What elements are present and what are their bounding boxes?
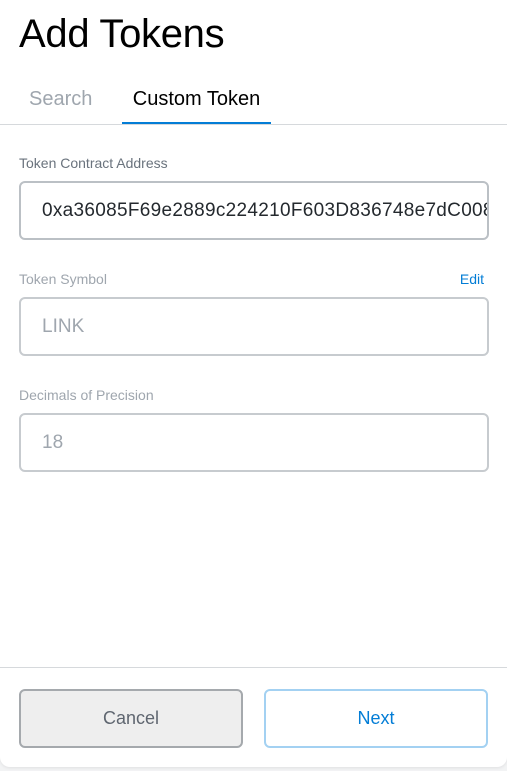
- add-tokens-panel: Add Tokens Search Custom Token Token Con…: [0, 0, 507, 767]
- cancel-button[interactable]: Cancel: [19, 689, 243, 748]
- tab-bar: Search Custom Token: [0, 80, 507, 125]
- tab-search[interactable]: Search: [29, 80, 92, 122]
- token-contract-address-label: Token Contract Address: [19, 155, 168, 171]
- token-symbol-edit-link[interactable]: Edit: [460, 271, 484, 287]
- footer-actions: Cancel Next: [0, 667, 507, 767]
- token-contract-address-input[interactable]: 0xa36085F69e2889c224210F603D836748e7dC00…: [19, 181, 489, 240]
- decimals-of-precision-label: Decimals of Precision: [19, 387, 154, 403]
- next-button[interactable]: Next: [264, 689, 488, 748]
- page-title: Add Tokens: [19, 12, 225, 56]
- token-symbol-label: Token Symbol: [19, 271, 107, 287]
- tab-custom-token[interactable]: Custom Token: [122, 80, 271, 124]
- token-symbol-input[interactable]: LINK: [19, 297, 489, 356]
- decimals-of-precision-input[interactable]: 18: [19, 413, 489, 472]
